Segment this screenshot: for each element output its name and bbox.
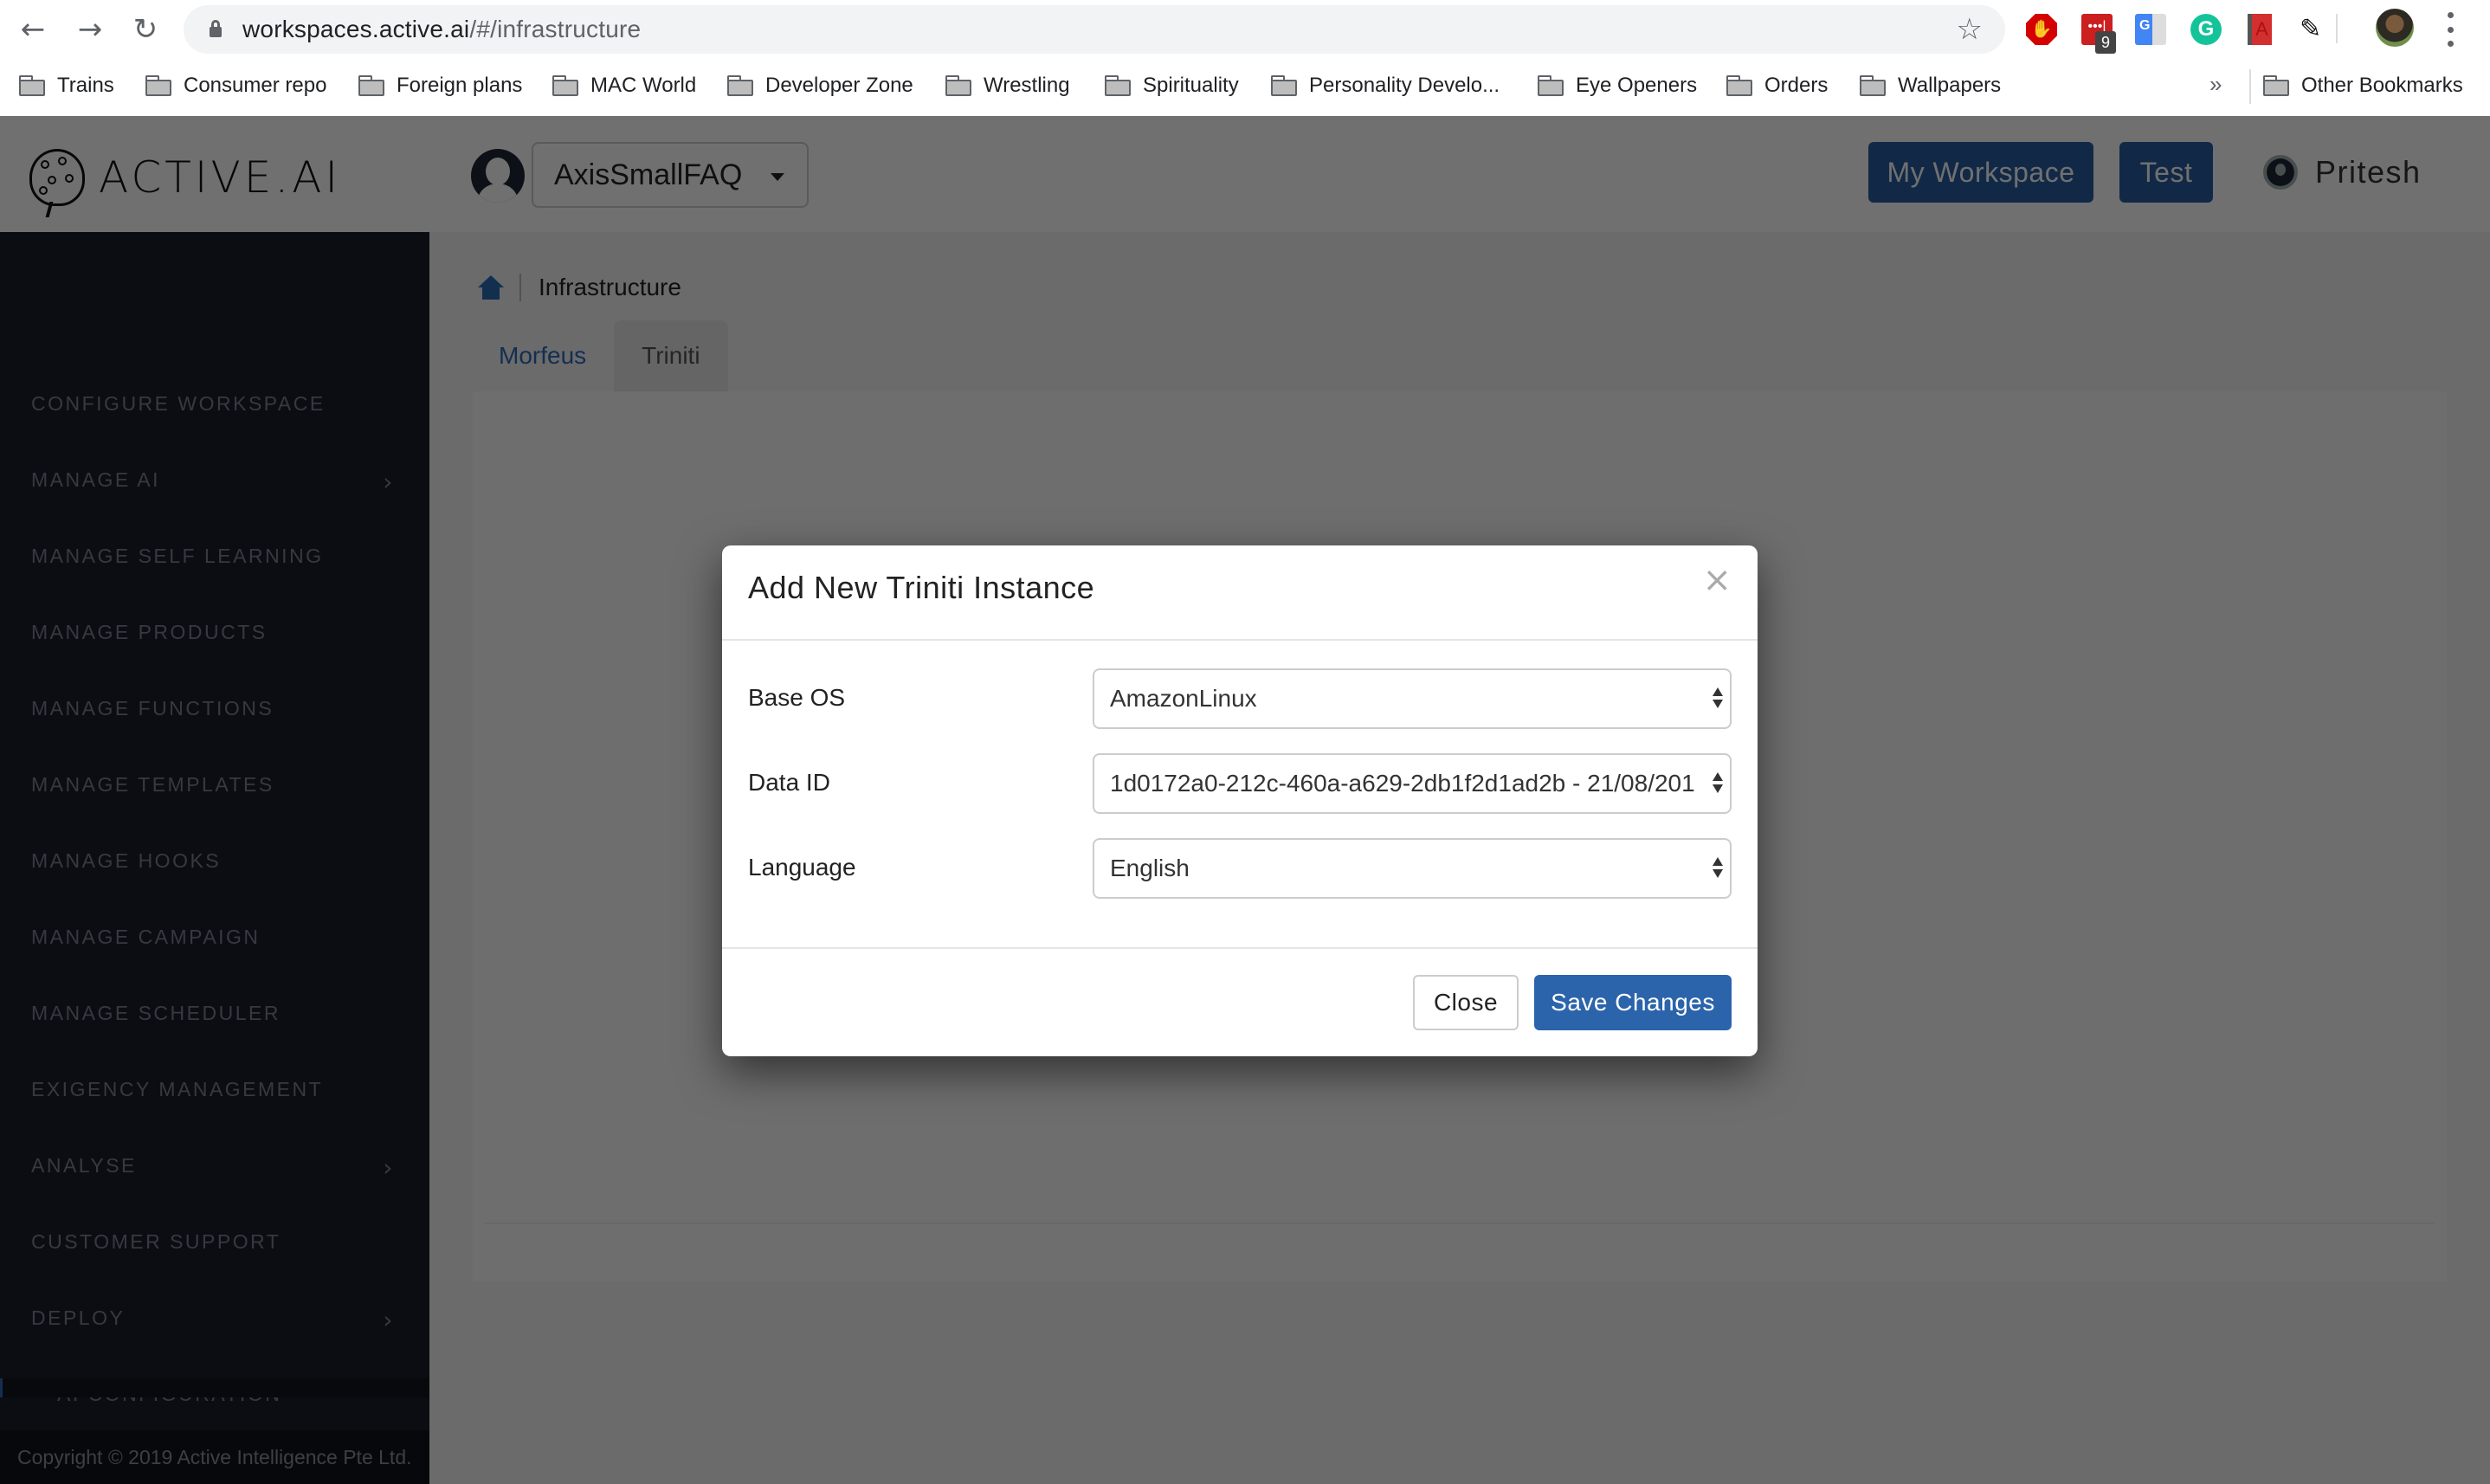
folder-icon xyxy=(1538,75,1564,96)
bookmarks-bar: Trains Consumer repo Foreign plans MAC W… xyxy=(0,59,2490,116)
bookmark-folder[interactable]: Eye Openers xyxy=(1538,71,1697,100)
folder-icon xyxy=(727,75,753,96)
folder-icon xyxy=(1105,75,1131,96)
browser-toolbar: ← → ↻ workspaces.active.ai/#/infrastruct… xyxy=(0,0,2490,59)
bookmark-folder[interactable]: Developer Zone xyxy=(727,71,913,100)
reload-button[interactable]: ↻ xyxy=(128,12,163,47)
back-button[interactable]: ← xyxy=(16,12,50,47)
base-os-label: Base OS xyxy=(748,684,846,711)
select-arrows-icon xyxy=(1713,772,1723,798)
base-os-value: AmazonLinux xyxy=(1110,685,1257,712)
google-translate-icon[interactable]: G xyxy=(2135,14,2166,45)
data-id-select[interactable]: 1d0172a0-212c-460a-a629-2db1f2d1ad2b - 2… xyxy=(1093,753,1732,814)
folder-icon xyxy=(19,75,45,96)
language-value: English xyxy=(1110,855,1190,881)
data-id-label: Data ID xyxy=(748,769,830,796)
profile-avatar[interactable] xyxy=(2376,9,2414,47)
toolbar-separator xyxy=(2336,14,2338,43)
select-arrows-icon xyxy=(1713,687,1723,713)
bookmark-label: MAC World xyxy=(590,74,697,97)
language-row: Language English xyxy=(748,838,1732,899)
close-icon[interactable]: × xyxy=(1702,563,1732,597)
folder-icon xyxy=(145,75,171,96)
bookmark-folder[interactable]: Consumer repo xyxy=(145,71,326,100)
bookmark-folder[interactable]: Personality Develo... xyxy=(1271,71,1500,100)
bookmark-folder[interactable]: Foreign plans xyxy=(358,71,522,100)
bookmark-label: Consumer repo xyxy=(184,74,327,97)
select-arrows-icon xyxy=(1713,857,1723,883)
folder-icon xyxy=(1271,75,1297,96)
bookmark-label: Eye Openers xyxy=(1576,74,1698,97)
url-text[interactable]: workspaces.active.ai/#/infrastructure xyxy=(242,16,641,43)
forward-button[interactable]: → xyxy=(73,12,107,47)
folder-icon xyxy=(358,75,384,96)
folder-icon xyxy=(1860,75,1886,96)
bookmark-folder[interactable]: MAC World xyxy=(552,71,696,100)
bookmark-label: Spirituality xyxy=(1143,74,1239,97)
save-changes-button[interactable]: Save Changes xyxy=(1534,975,1732,1030)
folder-icon xyxy=(945,75,971,96)
bookmark-label: Wrestling xyxy=(984,74,1070,97)
bookmark-folder[interactable]: Orders xyxy=(1726,71,1828,100)
folder-icon xyxy=(1726,75,1752,96)
bookmark-folder[interactable]: Trains xyxy=(19,71,114,100)
address-bar[interactable]: workspaces.active.ai/#/infrastructure ☆ xyxy=(184,5,2005,54)
lock-icon xyxy=(210,20,222,37)
folder-icon xyxy=(552,75,578,96)
base-os-row: Base OS AmazonLinux xyxy=(748,668,1732,729)
data-id-row: Data ID 1d0172a0-212c-460a-a629-2db1f2d1… xyxy=(748,753,1732,814)
data-id-value: 1d0172a0-212c-460a-a629-2db1f2d1ad2b - 2… xyxy=(1110,770,1695,797)
bookmark-folder[interactable]: Wallpapers xyxy=(1860,71,2001,100)
bookmark-star-icon[interactable]: ☆ xyxy=(1957,12,1983,47)
pen-icon[interactable]: ✎ xyxy=(2300,14,2331,45)
bookmark-folder[interactable]: Wrestling xyxy=(945,71,1070,100)
url-path: /#/infrastructure xyxy=(469,16,642,42)
adblock-icon[interactable]: ✋ xyxy=(2026,14,2057,45)
bookmarks-overflow-button[interactable]: » xyxy=(2209,71,2222,98)
other-bookmarks-folder[interactable]: Other Bookmarks xyxy=(2263,71,2463,100)
close-button[interactable]: Close xyxy=(1413,975,1519,1030)
bookmark-label: Wallpapers xyxy=(1898,74,2002,97)
modal-title: Add New Triniti Instance xyxy=(748,570,1095,605)
bookmark-label: Orders xyxy=(1764,74,1829,97)
modal-footer-divider xyxy=(722,947,1758,949)
bookmark-label: Foreign plans xyxy=(397,74,523,97)
bookmark-label: Trains xyxy=(57,74,114,97)
url-host: workspaces.active.ai xyxy=(242,16,470,42)
add-triniti-instance-modal: Add New Triniti Instance × Base OS Amazo… xyxy=(722,545,1758,1056)
bookmarks-separator xyxy=(2249,69,2251,104)
bookmark-label: Personality Develo... xyxy=(1309,74,1500,97)
language-select[interactable]: English xyxy=(1093,838,1732,899)
grammarly-icon[interactable]: G xyxy=(2190,14,2222,45)
bookmark-label: Developer Zone xyxy=(765,74,913,97)
modal-header-divider xyxy=(722,639,1758,641)
dictionary-icon[interactable]: A xyxy=(2248,14,2272,45)
lastpass-badge: 9 xyxy=(2095,31,2116,54)
base-os-select[interactable]: AmazonLinux xyxy=(1093,668,1732,729)
bookmark-label: Other Bookmarks xyxy=(2301,74,2463,97)
language-label: Language xyxy=(748,854,856,881)
bookmark-folder[interactable]: Spirituality xyxy=(1105,71,1239,100)
folder-icon xyxy=(2263,75,2289,96)
browser-menu-icon[interactable] xyxy=(2445,12,2455,47)
